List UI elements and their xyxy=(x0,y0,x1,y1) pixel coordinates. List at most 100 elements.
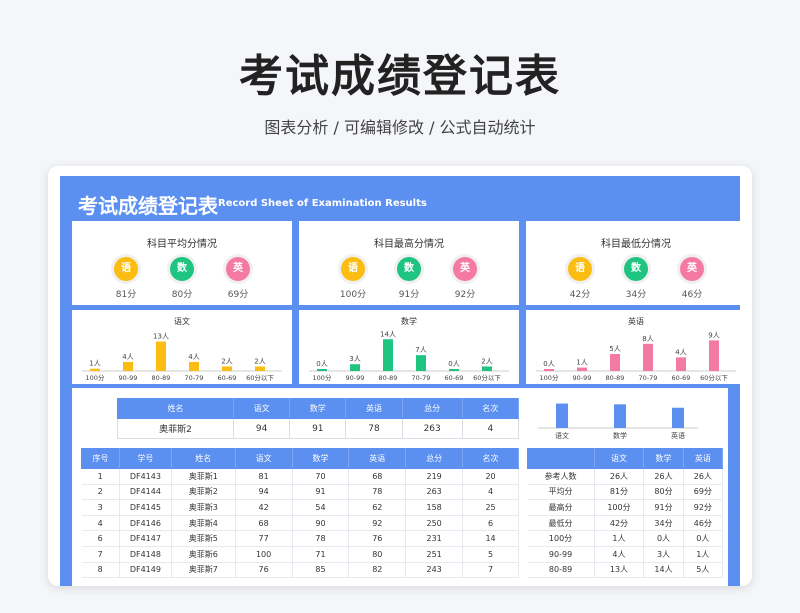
table-cell: 77 xyxy=(235,530,293,547)
stats-row: 90-99 4人 3人 1人 xyxy=(527,546,724,563)
chart-bar xyxy=(610,354,620,371)
table-row: 4 DF4146 奥菲斯4 68 90 92 250 6 xyxy=(81,515,519,532)
chart-bar xyxy=(709,340,719,371)
column-header: 序号 xyxy=(81,448,120,469)
category-label: 60分以下 xyxy=(473,373,501,382)
chart-bar xyxy=(556,403,568,428)
summary-title: 科目最高分情况 xyxy=(374,239,444,250)
summary-panel: 科目最低分情况语 42分 数 34分 英 46分 xyxy=(526,221,746,305)
sheet-subtitle: Record Sheet of Examination Results xyxy=(218,198,427,209)
table-cell: 7 xyxy=(462,562,519,579)
lookup-header: 姓名 xyxy=(117,398,234,419)
category-label: 英语 xyxy=(671,431,685,440)
stats-cell: 平均分 xyxy=(527,484,595,501)
chart-bar xyxy=(614,404,626,428)
table-cell: 92 xyxy=(348,515,407,532)
table-cell: 奥菲斯7 xyxy=(171,562,236,579)
chart-bar xyxy=(317,369,327,371)
lookup-header: 总分 xyxy=(401,398,463,419)
bar-label: 4人 xyxy=(675,348,686,356)
table-cell: 奥菲斯5 xyxy=(171,530,236,547)
subject-badge-icon: 语 xyxy=(114,257,138,281)
distribution-chart: 0人 100分 1人 90-99 5人 80-89 8人 70-79 4人 60-69 9人 60分以… xyxy=(536,331,736,382)
table-cell: 68 xyxy=(348,468,407,485)
chart-bar xyxy=(672,407,684,428)
category-label: 60-69 xyxy=(218,374,237,382)
column-header: 姓名 xyxy=(170,448,236,469)
lookup-value: 94 xyxy=(232,418,291,439)
category-label: 数学 xyxy=(613,431,627,440)
table-cell: 7 xyxy=(81,546,120,563)
bar-label: 8人 xyxy=(642,335,653,343)
summary-value: 46分 xyxy=(681,290,703,300)
stats-row: 最高分 100分 91分 92分 xyxy=(527,499,724,516)
stats-column-header xyxy=(527,448,595,469)
summary-panel: 科目平均分情况语 81分 数 80分 英 69分 xyxy=(72,221,292,305)
lookup-header: 英语 xyxy=(345,398,403,419)
table-cell: 4 xyxy=(462,484,519,501)
bar-label: 4人 xyxy=(188,353,199,361)
chart-bar xyxy=(90,368,100,371)
category-label: 70-79 xyxy=(639,374,658,382)
table-cell: 14 xyxy=(462,530,519,547)
bar-label: 1人 xyxy=(576,359,587,367)
stats-cell: 81分 xyxy=(594,484,645,501)
category-label: 60分以下 xyxy=(700,373,728,382)
stats-cell: 5人 xyxy=(683,562,724,579)
stats-row: 参考人数 26人 26人 26人 xyxy=(527,468,724,485)
table-cell: 251 xyxy=(405,546,464,563)
bar-label: 13人 xyxy=(153,333,169,341)
stats-cell: 100分 xyxy=(594,499,645,516)
category-label: 语文 xyxy=(555,431,569,440)
lookup-chart: 语文 数学 英语 xyxy=(538,403,698,440)
table-cell: 54 xyxy=(292,499,350,516)
bar-label: 14人 xyxy=(380,330,396,338)
stats-cell: 80-89 xyxy=(527,562,595,579)
table-cell: 62 xyxy=(348,499,407,516)
table-cell: 80 xyxy=(348,546,407,563)
bar-label: 4人 xyxy=(122,353,133,361)
preview-card: 考试成绩登记表 Record Sheet of Examination Resu… xyxy=(48,166,752,586)
stats-cell: 26人 xyxy=(683,468,724,485)
lookup-value: 78 xyxy=(345,418,403,439)
table-cell: 3 xyxy=(81,499,120,516)
summary-value: 91分 xyxy=(398,290,420,300)
table-cell: 20 xyxy=(462,468,519,485)
stats-cell: 0人 xyxy=(683,530,724,547)
lookup-table: 姓名 语文 数学 英语 总分 名次 奥菲斯2 94 91 78 263 4 xyxy=(117,398,520,439)
table-cell: DF4145 xyxy=(119,499,172,516)
category-label: 60-69 xyxy=(445,374,464,382)
table-row: 7 DF4148 奥菲斯6 100 71 80 251 5 xyxy=(81,546,519,563)
summary-value: 69分 xyxy=(227,290,249,300)
chart-bar xyxy=(189,361,199,371)
table-cell: 243 xyxy=(405,562,464,579)
sheet: 考试成绩登记表 Record Sheet of Examination Resu… xyxy=(60,176,746,586)
column-header: 数学 xyxy=(291,448,350,469)
stats-cell: 100分 xyxy=(527,530,595,547)
column-header: 学号 xyxy=(118,448,172,469)
chart-bar xyxy=(544,369,554,371)
table-cell: DF4148 xyxy=(119,546,172,563)
summary-panel: 科目最高分情况语 100分 数 91分 英 92分 xyxy=(299,221,519,305)
chart-bar xyxy=(123,361,133,371)
stats-cell: 参考人数 xyxy=(527,468,595,485)
table-cell: DF4146 xyxy=(119,515,172,532)
table-cell: 90 xyxy=(292,515,350,532)
bar-label: 0人 xyxy=(448,360,459,368)
category-label: 90-99 xyxy=(119,374,138,382)
table-cell: 2 xyxy=(81,484,120,501)
summary-value: 100分 xyxy=(339,290,367,300)
column-header: 总分 xyxy=(405,448,464,469)
table-cell: 263 xyxy=(405,484,464,501)
chart-bar xyxy=(383,339,393,371)
lookup-name-input[interactable]: 奥菲斯2 xyxy=(117,418,234,439)
subject-badge-icon: 语 xyxy=(341,257,365,281)
category-label: 80-89 xyxy=(606,374,625,382)
stats-column-header: 英语 xyxy=(682,448,724,469)
stats-table: 语文 数学 英语 参考人数 26人 26人 26人 平均分 81分 80分 69分 最高分 100分 9… xyxy=(527,448,724,579)
subject-badge-icon: 数 xyxy=(170,257,194,281)
category-label: 70-79 xyxy=(412,374,431,382)
summary-title: 科目平均分情况 xyxy=(147,239,217,250)
table-cell: DF4149 xyxy=(119,562,172,579)
bar-label: 3人 xyxy=(349,355,360,363)
